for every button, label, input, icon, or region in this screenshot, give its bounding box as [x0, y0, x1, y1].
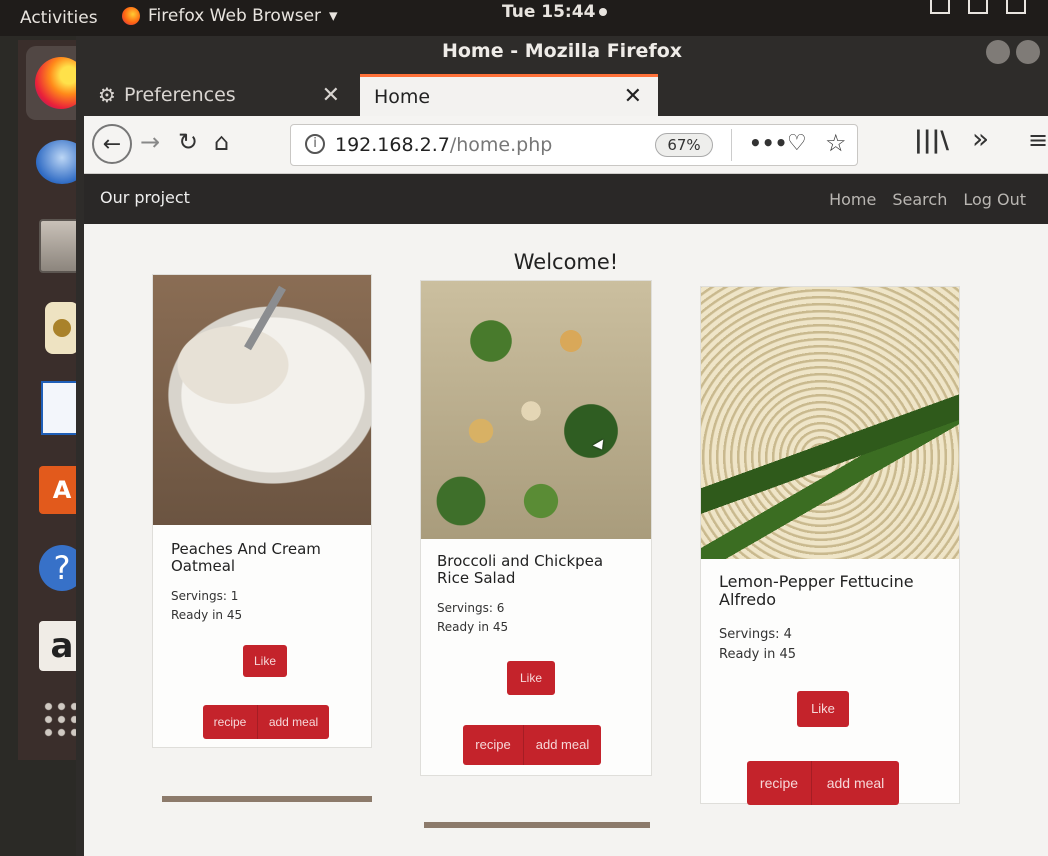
- url-host: 192.168.2.7: [335, 134, 450, 156]
- recipe-title: Broccoli and Chickpea Rice Salad: [437, 552, 604, 588]
- forward-button[interactable]: →: [140, 128, 160, 156]
- firefox-window: Home - Mozilla Firefox ⚙ Preferences ✕ H…: [76, 36, 1048, 856]
- nav-search[interactable]: Search: [892, 190, 947, 209]
- url-path: /home.php: [449, 134, 553, 156]
- like-button[interactable]: Like: [507, 661, 555, 695]
- recipe-servings: Servings: 6: [437, 601, 505, 615]
- url-bar[interactable]: i 192.168.2.7/home.php 67% ••• ♡ ☆: [290, 124, 858, 166]
- hamburger-menu-icon[interactable]: ≡: [1028, 126, 1048, 154]
- site-nav-links: Home Search Log Out: [829, 190, 1026, 209]
- site-brand[interactable]: Our project: [100, 188, 190, 207]
- recipe-ready-time: Ready in 45: [437, 619, 509, 634]
- navigation-toolbar: ← → ↻ ⌂ i 192.168.2.7/home.php 67% ••• ♡…: [84, 116, 1048, 174]
- page-actions-button[interactable]: •••: [749, 131, 787, 155]
- tab-home[interactable]: Home ✕: [360, 74, 658, 116]
- recipe-actions: recipe add meal: [463, 725, 601, 765]
- tab-preferences[interactable]: ⚙ Preferences ✕: [84, 74, 356, 116]
- site-navbar: Our project Home Search Log Out: [84, 174, 1048, 224]
- add-meal-button[interactable]: add meal: [811, 761, 899, 805]
- close-icon[interactable]: ✕: [322, 83, 340, 108]
- app-menu-label: Firefox Web Browser: [148, 6, 322, 26]
- recipe-ready-time: Ready in 45: [719, 647, 797, 663]
- recipe-photo[interactable]: [701, 287, 959, 559]
- reload-button[interactable]: ↻: [178, 128, 198, 156]
- recipe-meta: Servings: 6 Ready in 45: [437, 599, 508, 636]
- info-icon[interactable]: i: [305, 134, 325, 154]
- clock[interactable]: Tue 15:44: [502, 2, 608, 22]
- volume-icon: [968, 0, 988, 14]
- recipe-photo[interactable]: [421, 281, 651, 539]
- recipe-servings: Servings: 4: [719, 627, 792, 642]
- spoon-shape: [244, 285, 286, 351]
- like-button[interactable]: Like: [797, 691, 849, 727]
- recipe-button[interactable]: recipe: [747, 761, 811, 805]
- recipe-ready-time: Ready in 45: [171, 607, 243, 622]
- recipe-meta: Servings: 1 Ready in 45: [171, 587, 242, 624]
- notification-dot-icon: [599, 8, 608, 16]
- next-row-photo-edge: [424, 822, 650, 828]
- firefox-small-icon: [122, 7, 140, 25]
- window-controls: [986, 40, 1040, 64]
- rhythmbox-icon: [45, 302, 79, 354]
- tab-strip: ⚙ Preferences ✕ Home ✕ +: [76, 70, 1048, 145]
- recipe-title: Lemon-Pepper Fettucine Alfredo: [719, 572, 914, 610]
- recipe-card: Lemon-Pepper Fettucine Alfredo Servings:…: [700, 286, 960, 805]
- system-tray[interactable]: [930, 0, 1026, 14]
- gear-icon: ⚙: [98, 83, 116, 107]
- recipe-button[interactable]: recipe: [203, 705, 257, 739]
- window-title: Home - Mozilla Firefox: [441, 40, 683, 62]
- add-meal-button[interactable]: add meal: [257, 705, 329, 739]
- clock-label: Tue 15:44: [502, 2, 596, 22]
- zoom-indicator[interactable]: 67%: [655, 133, 713, 157]
- recipe-card: Broccoli and Chickpea Rice Salad Serving…: [420, 280, 652, 776]
- battery-icon: [1006, 0, 1026, 14]
- chevron-down-icon: ▾: [329, 6, 338, 26]
- app-menu[interactable]: Firefox Web Browser ▾: [122, 6, 338, 26]
- recipe-servings: Servings: 1: [171, 589, 239, 603]
- recipe-actions: recipe add meal: [747, 761, 899, 805]
- gnome-top-bar: Activities Firefox Web Browser ▾ Tue 15:…: [0, 0, 1048, 36]
- home-button[interactable]: ⌂: [214, 128, 229, 156]
- bookmark-star-icon[interactable]: ☆: [825, 129, 847, 157]
- recipe-photo[interactable]: [153, 275, 371, 525]
- pocket-icon[interactable]: ♡: [787, 131, 807, 156]
- url-text[interactable]: 192.168.2.7/home.php: [335, 134, 552, 156]
- overflow-chevron-icon[interactable]: »: [972, 122, 989, 155]
- maximize-button[interactable]: [1016, 40, 1040, 64]
- like-button[interactable]: Like: [243, 645, 287, 677]
- minimize-button[interactable]: [986, 40, 1010, 64]
- activities-button[interactable]: Activities: [20, 8, 98, 28]
- back-button[interactable]: ←: [92, 124, 132, 164]
- next-row-photo-edge: [162, 796, 372, 802]
- close-icon[interactable]: ✕: [624, 84, 642, 109]
- recipe-title: Peaches And Cream Oatmeal: [171, 540, 321, 576]
- recipe-actions: recipe add meal: [203, 705, 329, 739]
- library-icon[interactable]: |||\: [914, 126, 949, 154]
- tab-label: Preferences: [123, 84, 236, 106]
- nav-home[interactable]: Home: [829, 190, 876, 209]
- tab-label: Home: [374, 85, 431, 108]
- add-meal-button[interactable]: add meal: [523, 725, 601, 765]
- recipe-meta: Servings: 4 Ready in 45: [719, 625, 796, 665]
- url-divider: [731, 129, 732, 161]
- web-page: Our project Home Search Log Out Welcome!…: [84, 174, 1048, 856]
- recipe-button[interactable]: recipe: [463, 725, 523, 765]
- welcome-heading: Welcome!: [513, 250, 619, 274]
- recipe-card: Peaches And Cream Oatmeal Servings: 1 Re…: [152, 274, 372, 748]
- nav-logout[interactable]: Log Out: [963, 190, 1026, 209]
- network-icon: [930, 0, 950, 14]
